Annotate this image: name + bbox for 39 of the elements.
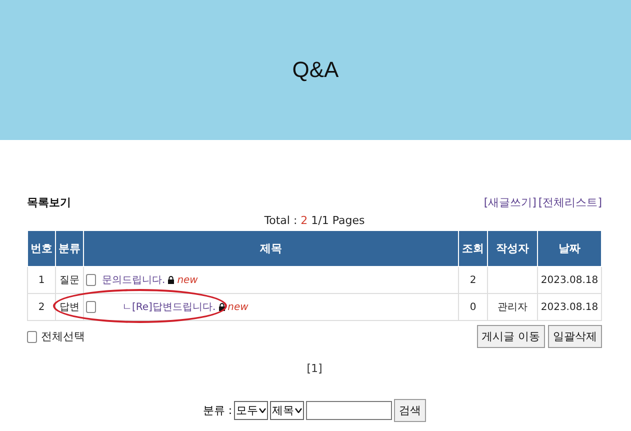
action-button[interactable]: 일괄삭제 [548, 325, 602, 348]
caret-icon [259, 408, 266, 413]
table-cell: 2 [458, 266, 488, 294]
board-heading: 목록보기 [27, 195, 71, 210]
board-link[interactable]: [새글쓰기] [484, 195, 536, 210]
table-cell: 0 [458, 294, 488, 320]
new-label: new [228, 302, 248, 313]
page-title: Q&A [292, 57, 339, 83]
table-cell [488, 266, 538, 294]
action-button[interactable]: 게시글 이동 [476, 325, 545, 348]
post-title-link[interactable]: 문의드립니다. [102, 275, 166, 286]
search-button[interactable]: 검색 [394, 399, 426, 422]
column-header: 조회 [458, 230, 488, 266]
caret-icon [295, 408, 302, 413]
column-header: 날짜 [538, 230, 602, 266]
column-header: 분류 [56, 230, 84, 266]
select-all-checkbox[interactable] [27, 330, 37, 342]
table-cell: 관리자 [488, 294, 538, 320]
board-link[interactable]: [전체리스트] [538, 195, 602, 210]
table-cell: 답변 [56, 294, 84, 320]
search-field[interactable] [306, 401, 392, 420]
category-select[interactable]: 모두 [234, 401, 268, 420]
field-select[interactable]: 제목 [270, 401, 304, 420]
row-checkbox[interactable] [86, 301, 96, 314]
search-label: 분류 : [202, 403, 232, 418]
table-cell: 2023.08.18 [538, 266, 602, 294]
table-cell: 1 [28, 266, 56, 294]
new-label: new [177, 275, 198, 286]
select-all-label: 전체선택 [41, 329, 85, 344]
page-summary: Total : 2 1/1 Pages [263, 214, 366, 227]
column-header: 제목 [84, 230, 458, 266]
page-link[interactable]: [1] [306, 362, 322, 375]
table-cell: 질문 [56, 266, 84, 294]
row-checkbox[interactable] [86, 274, 96, 286]
column-header: 번호 [28, 230, 56, 266]
column-header: 작성자 [488, 230, 538, 266]
post-title-link[interactable]: ㄴ[Re]답변드립니다. [122, 302, 216, 313]
table-cell: 2 [28, 294, 56, 320]
table-cell: 2023.08.18 [538, 294, 602, 320]
